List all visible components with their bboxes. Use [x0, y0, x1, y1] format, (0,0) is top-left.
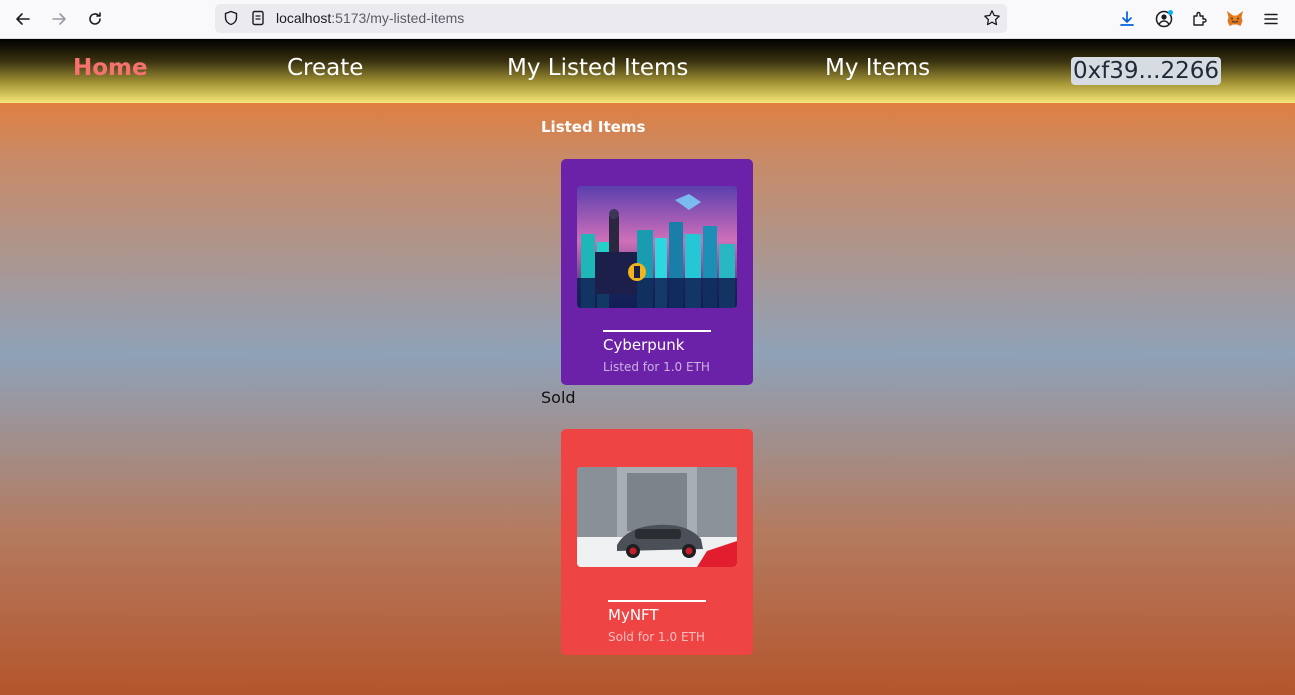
- reload-icon: [89, 12, 101, 25]
- top-navbar: Home Create My Listed Items My Items 0xf…: [0, 39, 1295, 103]
- forward-button[interactable]: [46, 6, 72, 32]
- page-icon: [250, 10, 266, 30]
- nft-name: MyNFT: [608, 606, 659, 624]
- arrow-left-icon: [16, 13, 30, 25]
- sold-heading: Sold: [541, 388, 576, 407]
- nft-card[interactable]: MyNFT Sold for 1.0 ETH: [561, 429, 753, 655]
- nft-image: [577, 186, 737, 308]
- account-icon[interactable]: [1153, 8, 1175, 30]
- nft-price: Listed for 1.0 ETH: [603, 360, 710, 374]
- menu-icon[interactable]: [1260, 8, 1282, 30]
- nav-create[interactable]: Create: [287, 55, 363, 81]
- nft-image: [577, 467, 737, 567]
- browser-toolbar: localhost:5173/my-listed-items: [0, 0, 1295, 39]
- nav-my-items[interactable]: My Items: [825, 55, 930, 81]
- arrow-right-icon: [52, 13, 66, 25]
- url-path: :5173/my-listed-items: [331, 10, 465, 26]
- bookmark-star-icon[interactable]: [983, 9, 1001, 31]
- listed-items-heading: Listed Items: [541, 118, 646, 136]
- url-host: localhost: [276, 10, 332, 26]
- extensions-icon[interactable]: [1189, 8, 1211, 30]
- back-button[interactable]: [10, 6, 36, 32]
- nft-price: Sold for 1.0 ETH: [608, 630, 705, 644]
- metamask-fox-icon[interactable]: [1224, 8, 1246, 30]
- card-divider: [608, 600, 706, 602]
- nav-home[interactable]: Home: [73, 55, 148, 81]
- card-divider: [603, 330, 711, 332]
- downloads-icon[interactable]: [1116, 8, 1138, 30]
- reload-button[interactable]: [82, 6, 108, 32]
- nft-card[interactable]: Cyberpunk Listed for 1.0 ETH: [561, 159, 753, 385]
- wallet-address-button[interactable]: 0xf39...2266: [1071, 57, 1221, 85]
- nav-my-listed-items[interactable]: My Listed Items: [507, 55, 688, 81]
- url-text[interactable]: localhost:5173/my-listed-items: [276, 10, 464, 26]
- address-bar[interactable]: localhost:5173/my-listed-items: [215, 4, 1007, 33]
- nft-name: Cyberpunk: [603, 336, 685, 354]
- shield-icon[interactable]: [223, 10, 239, 30]
- app-page: Home Create My Listed Items My Items 0xf…: [0, 39, 1295, 695]
